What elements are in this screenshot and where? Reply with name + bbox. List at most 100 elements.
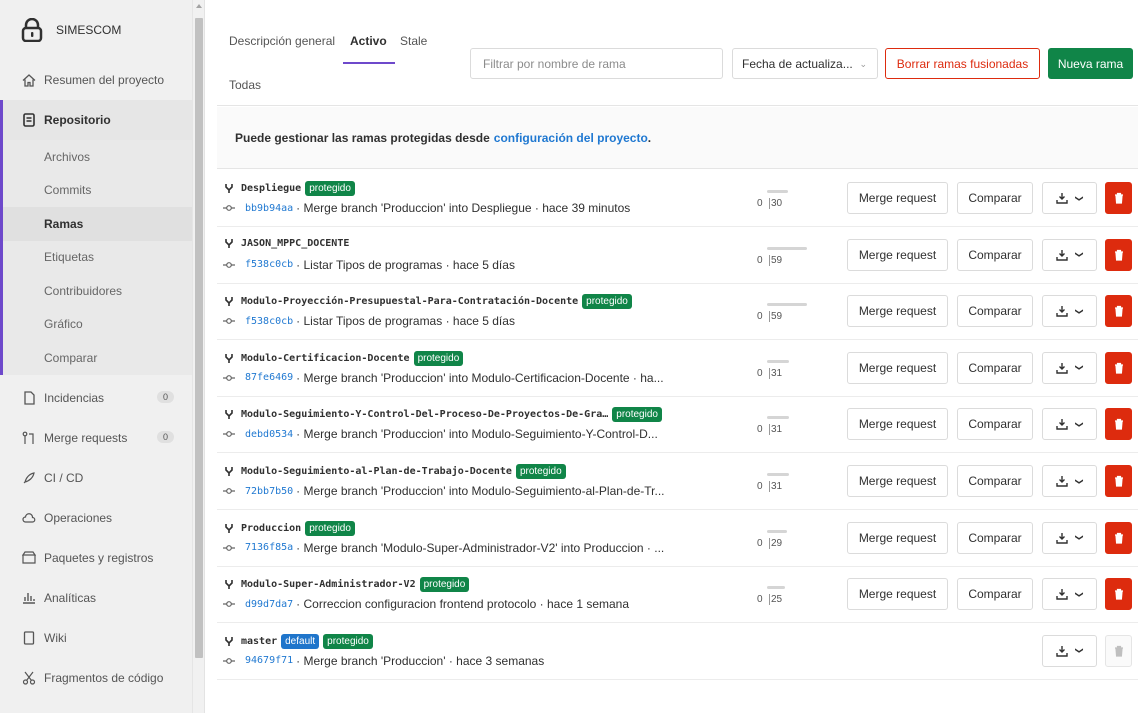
notice-text: Puede gestionar las ramas protegidas des… [235,130,490,145]
merge-request-button[interactable]: Merge request [847,351,948,384]
tab-active[interactable]: Activo [350,34,387,48]
compare-button[interactable]: Comparar [957,408,1033,441]
sidebar-item-overview[interactable]: Resumen del proyecto [0,60,192,100]
sidebar-item-wiki[interactable]: Wiki [0,618,192,658]
delete-branch-button[interactable] [1105,238,1132,271]
merge-request-button[interactable]: Merge request [847,295,948,328]
sidebar-subitem-commits[interactable]: Commits [3,174,192,208]
branch-name-link[interactable]: Modulo-Super-Administrador-V2 [241,579,416,590]
branch-name-link[interactable]: Despliegue [241,183,301,194]
sidebar-item-packages[interactable]: Paquetes y registros [0,538,192,578]
commit-sha-link[interactable]: 7136f85a [245,542,293,553]
delete-branch-button[interactable] [1105,634,1132,667]
commit-icon [223,204,235,212]
download-dropdown-button[interactable]: ❯ [1042,351,1097,384]
compare-button[interactable]: Comparar [957,578,1033,611]
commit-icon [223,600,235,608]
commit-sha-link[interactable]: 72bb7b50 [245,486,293,497]
tab-all[interactable]: Todas [229,78,261,92]
sidebar-scrollbar[interactable] [193,0,205,713]
merge-request-button[interactable]: Merge request [847,182,948,214]
delete-branch-button[interactable] [1105,408,1132,441]
sidebar-item-operations[interactable]: Operaciones [0,498,192,538]
merge-request-button[interactable]: Merge request [847,408,948,441]
sidebar-subitem-files[interactable]: Archivos [3,140,192,174]
tab-overview[interactable]: Descripción general [229,34,335,48]
scissors-icon [22,671,36,685]
branch-icon [223,183,235,195]
compare-button[interactable]: Comparar [957,351,1033,384]
delete-branch-button[interactable] [1105,521,1132,554]
branch-name-link[interactable]: Modulo-Seguimiento-al-Plan-de-Trabajo-Do… [241,466,512,477]
merge-request-button[interactable]: Merge request [847,238,948,271]
scrollbar-thumb[interactable] [195,18,203,658]
new-branch-button[interactable]: Nueva rama [1048,48,1133,79]
branch-name-link[interactable]: Modulo-Certificacion-Docente [241,353,410,364]
commit-sha-link[interactable]: 94679f71 [245,655,293,666]
sidebar-item-label: Resumen del proyecto [44,73,165,87]
divergence-bar [767,190,788,193]
commit-sha-link[interactable]: d99d7da7 [245,599,293,610]
download-dropdown-button[interactable]: ❯ [1042,578,1097,611]
sidebar-subitem-branches[interactable]: Ramas [3,207,192,241]
commit-sha-link[interactable]: debd0534 [245,429,293,440]
commits-behind-count: 0 [757,311,763,323]
branch-name-link[interactable]: Modulo-Proyección-Presupuestal-Para-Cont… [241,296,578,307]
sidebar-subitem-graph[interactable]: Gráfico [3,308,192,342]
compare-button[interactable]: Comparar [957,295,1033,328]
download-icon [1056,418,1068,431]
branch-filter-input[interactable] [470,48,723,79]
compare-button[interactable]: Comparar [957,182,1033,214]
divergence-bar [767,529,788,533]
sidebar-subitem-compare[interactable]: Comparar [3,341,192,375]
merge-request-button[interactable]: Merge request [847,521,948,554]
scroll-up-arrow-icon[interactable] [196,4,202,8]
delete-branch-button[interactable] [1105,578,1132,611]
merge-request-button[interactable]: Merge request [847,578,948,611]
download-dropdown-button[interactable]: ❯ [1042,465,1097,497]
divergence-bar [767,303,807,307]
download-dropdown-button[interactable]: ❯ [1042,182,1097,214]
delete-merged-branches-button[interactable]: Borrar ramas fusionadas [885,48,1040,79]
sort-dropdown[interactable]: Fecha de actualiza... ⌄ [732,48,878,79]
sidebar-item-issues[interactable]: Incidencias 0 [0,378,192,418]
divergence-graph: 0 31 [757,416,812,438]
delete-branch-button[interactable] [1105,295,1132,328]
download-dropdown-button[interactable]: ❯ [1042,634,1097,667]
download-dropdown-button[interactable]: ❯ [1042,238,1097,271]
protected-badge: protegido [582,294,632,310]
project-settings-link[interactable]: configuración del proyecto [494,131,648,145]
branch-name-link[interactable]: Produccion [241,523,301,534]
sidebar-item-cicd[interactable]: CI / CD [0,458,192,498]
branch-name-link[interactable]: master [241,636,277,647]
compare-button[interactable]: Comparar [957,238,1033,271]
sidebar-item-repository[interactable]: Repositorio [3,100,192,140]
branch-name-link[interactable]: Modulo-Seguimiento-Y-Control-Del-Proceso… [241,409,608,420]
sidebar-item-merge-requests[interactable]: Merge requests 0 [0,418,192,458]
delete-branch-button[interactable] [1105,465,1132,497]
commit-message: · Merge branch 'Produccion' into Desplie… [296,201,631,215]
download-dropdown-button[interactable]: ❯ [1042,295,1097,328]
sidebar-item-snippets[interactable]: Fragmentos de código [0,658,192,698]
branch-name-link[interactable]: JASON_MPPC_DOCENTE [241,238,349,249]
sidebar-subitem-tags[interactable]: Etiquetas [3,241,192,275]
commit-sha-link[interactable]: bb9b94aa [245,203,293,214]
sidebar-item-analytics[interactable]: Analíticas [0,578,192,618]
branch-row: Despliegue protegido bb9b94aa · Merge branc… [217,170,1138,227]
tab-stale[interactable]: Stale [400,34,427,48]
download-dropdown-button[interactable]: ❯ [1042,408,1097,441]
sidebar-subitem-contributors[interactable]: Contribuidores [3,274,192,308]
branch-row: Modulo-Proyección-Presupuestal-Para-Cont… [217,283,1138,341]
commit-sha-link[interactable]: f538c0cb [245,259,293,270]
delete-branch-button[interactable] [1105,182,1132,214]
commit-sha-link[interactable]: f538c0cb [245,316,293,327]
commit-sha-link[interactable]: 87fe6469 [245,372,293,383]
merge-request-button[interactable]: Merge request [847,465,948,497]
project-header[interactable]: SIMESCOM [0,0,192,60]
delete-branch-button[interactable] [1105,351,1132,384]
compare-button[interactable]: Comparar [957,465,1033,497]
compare-button[interactable]: Comparar [957,521,1033,554]
trash-icon [1114,418,1124,430]
notice-end: . [647,130,652,145]
download-dropdown-button[interactable]: ❯ [1042,521,1097,554]
